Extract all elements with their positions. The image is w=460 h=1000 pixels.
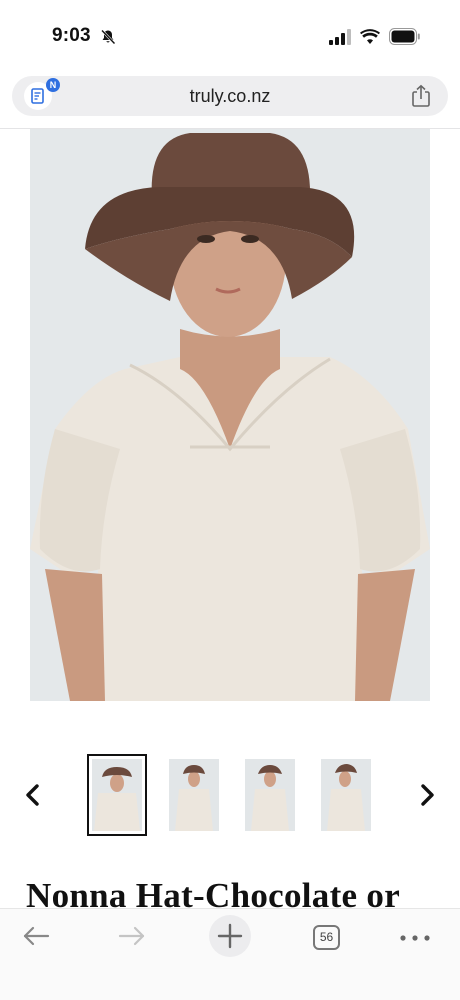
chevron-left-icon[interactable] [22,784,44,806]
plus-icon [217,923,243,949]
more-icon[interactable] [400,935,430,941]
product-main-image[interactable] [30,129,430,701]
thumbnail-image [327,764,365,831]
thumbnail-image [175,765,213,831]
thumbnail-image [251,765,289,831]
address-bar[interactable]: N truly.co.nz [12,76,448,116]
bell-slash-icon [101,29,116,45]
back-arrow-icon[interactable] [22,924,50,948]
thumbnail-2[interactable] [169,759,219,831]
thumbnail-image [94,767,140,831]
share-icon[interactable] [410,84,432,108]
new-tab-button[interactable] [209,915,251,957]
cellular-signal-icon [329,29,351,45]
wifi-icon [360,29,380,44]
forward-arrow-icon[interactable] [118,924,146,948]
thumbnail-4[interactable] [321,759,371,831]
thumbnail-3[interactable] [245,759,295,831]
tabs-button[interactable]: 56 [313,925,340,950]
browser-toolbar: 56 [0,908,460,1000]
thumbnail-strip [0,750,460,840]
status-bar: 9:03 [0,0,460,72]
url-text[interactable]: truly.co.nz [12,86,448,107]
battery-icon [389,28,420,45]
model-photo [30,129,430,701]
chevron-right-icon[interactable] [416,784,438,806]
thumbnail-1[interactable] [87,754,147,836]
status-time: 9:03 [52,25,91,46]
